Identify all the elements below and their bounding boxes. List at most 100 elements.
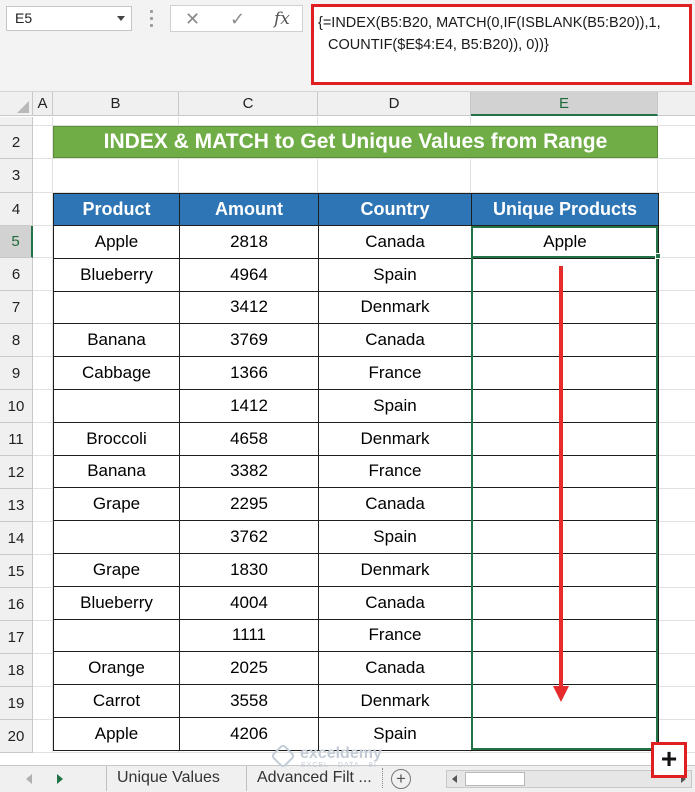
cell-amount[interactable]: 1366: [179, 356, 319, 390]
cell-unique-product[interactable]: [471, 716, 659, 751]
cell-product[interactable]: Banana: [53, 454, 180, 489]
cell-product[interactable]: [53, 618, 180, 653]
row-header-7[interactable]: 7: [0, 291, 33, 324]
column-header-d[interactable]: D: [318, 92, 471, 116]
cell-unique-product[interactable]: [471, 552, 659, 587]
cell-country[interactable]: Denmark: [318, 421, 472, 456]
close-icon[interactable]: ✕: [185, 9, 200, 29]
cell-unique-product[interactable]: [471, 290, 659, 325]
header-country[interactable]: Country: [318, 193, 472, 226]
cell-unique-product[interactable]: [471, 585, 659, 620]
row-header-10[interactable]: 10: [0, 390, 33, 423]
column-header-b[interactable]: B: [53, 92, 179, 116]
cell-product[interactable]: Banana: [53, 323, 180, 358]
formula-input[interactable]: {=INDEX(B5:B20, MATCH(0,IF(ISBLANK(B5:B2…: [311, 4, 692, 85]
cell-product[interactable]: Carrot: [53, 684, 180, 718]
cell-product[interactable]: Broccoli: [53, 421, 180, 456]
cell-country[interactable]: Canada: [318, 585, 472, 620]
cell-amount[interactable]: 1830: [179, 552, 319, 587]
row-header-8[interactable]: 8: [0, 324, 33, 357]
scroll-left-icon[interactable]: [452, 775, 457, 783]
cell-amount[interactable]: 4964: [179, 257, 319, 292]
cell-product[interactable]: Blueberry: [53, 257, 180, 292]
cell-amount[interactable]: 1111: [179, 618, 319, 653]
row-header-19[interactable]: 19: [0, 687, 33, 720]
column-header-e[interactable]: E: [471, 92, 658, 116]
column-header-c[interactable]: C: [179, 92, 318, 116]
cell-product[interactable]: Apple: [53, 716, 180, 751]
cell-amount[interactable]: 2295: [179, 487, 319, 522]
cell-amount[interactable]: 4206: [179, 716, 319, 751]
cell-product[interactable]: Grape: [53, 487, 180, 522]
cell-unique-product[interactable]: [471, 651, 659, 686]
cell-unique-product[interactable]: [471, 421, 659, 456]
cell-country[interactable]: Canada: [318, 651, 472, 686]
insert-function-button[interactable]: fx: [274, 9, 290, 29]
cell-country[interactable]: Spain: [318, 257, 472, 292]
row-header-16[interactable]: 16: [0, 588, 33, 621]
cell-country[interactable]: Denmark: [318, 684, 472, 718]
cell-unique-product[interactable]: [471, 520, 659, 554]
cell-amount[interactable]: 4658: [179, 421, 319, 456]
cell-product[interactable]: Grape: [53, 552, 180, 587]
fill-handle[interactable]: [655, 253, 661, 259]
cell-country[interactable]: Spain: [318, 520, 472, 554]
cell-product[interactable]: Apple: [53, 225, 180, 259]
cell-country[interactable]: France: [318, 454, 472, 489]
row-header-15[interactable]: 15: [0, 555, 33, 588]
cell-amount[interactable]: 3412: [179, 290, 319, 325]
row-header-3[interactable]: 3: [0, 159, 33, 193]
row-header-18[interactable]: 18: [0, 654, 33, 687]
tab-splitter[interactable]: [382, 768, 384, 788]
cell-amount[interactable]: 3762: [179, 520, 319, 554]
row-header-5[interactable]: 5: [0, 226, 33, 258]
check-icon[interactable]: ✓: [230, 9, 245, 29]
chevron-down-icon[interactable]: [117, 16, 125, 21]
row-header-4[interactable]: 4: [0, 193, 33, 226]
row-header-2[interactable]: 2: [0, 126, 33, 159]
cell-country[interactable]: France: [318, 356, 472, 390]
scrollbar-thumb[interactable]: [465, 772, 525, 786]
cell-product[interactable]: [53, 520, 180, 554]
sheet-title[interactable]: INDEX & MATCH to Get Unique Values from …: [53, 126, 658, 158]
cell-unique-product[interactable]: [471, 356, 659, 390]
row-header-6[interactable]: 6: [0, 258, 33, 291]
cell-country[interactable]: France: [318, 618, 472, 653]
sheet-tab-unique-values[interactable]: Unique Values: [106, 766, 230, 791]
row-header-12[interactable]: 12: [0, 456, 33, 489]
header-product[interactable]: Product: [53, 193, 180, 226]
chevron-left-icon[interactable]: [26, 774, 32, 784]
cell-unique-product[interactable]: [471, 618, 659, 653]
row-header-20[interactable]: 20: [0, 720, 33, 753]
header-unique-products[interactable]: Unique Products: [471, 193, 659, 226]
header-amount[interactable]: Amount: [179, 193, 319, 226]
cell-country[interactable]: Denmark: [318, 552, 472, 587]
cell-unique-product[interactable]: [471, 323, 659, 358]
cell-country[interactable]: Canada: [318, 323, 472, 358]
cell-country[interactable]: Canada: [318, 225, 472, 259]
cell-amount[interactable]: 4004: [179, 585, 319, 620]
cell-amount[interactable]: 3769: [179, 323, 319, 358]
cell-amount[interactable]: 2818: [179, 225, 319, 259]
cell-country[interactable]: Denmark: [318, 290, 472, 325]
cell-country[interactable]: Spain: [318, 716, 472, 751]
cell-unique-product[interactable]: Apple: [471, 225, 659, 259]
row-header-17[interactable]: 17: [0, 621, 33, 654]
cell-country[interactable]: Canada: [318, 487, 472, 522]
cell-amount[interactable]: 3382: [179, 454, 319, 489]
row-header-9[interactable]: 9: [0, 357, 33, 390]
cell-product[interactable]: [53, 290, 180, 325]
grip-icon[interactable]: [150, 10, 154, 28]
cell-unique-product[interactable]: [471, 454, 659, 489]
row-header-14[interactable]: 14: [0, 522, 33, 555]
cell-product[interactable]: [53, 388, 180, 423]
row-header-11[interactable]: 11: [0, 423, 33, 456]
add-sheet-button[interactable]: +: [391, 769, 411, 789]
name-box[interactable]: E5: [6, 6, 132, 31]
cell-product[interactable]: Blueberry: [53, 585, 180, 620]
cell-unique-product[interactable]: [471, 487, 659, 522]
cell-product[interactable]: Orange: [53, 651, 180, 686]
cell-unique-product[interactable]: [471, 388, 659, 423]
cell-amount[interactable]: 3558: [179, 684, 319, 718]
cell-product[interactable]: Cabbage: [53, 356, 180, 390]
